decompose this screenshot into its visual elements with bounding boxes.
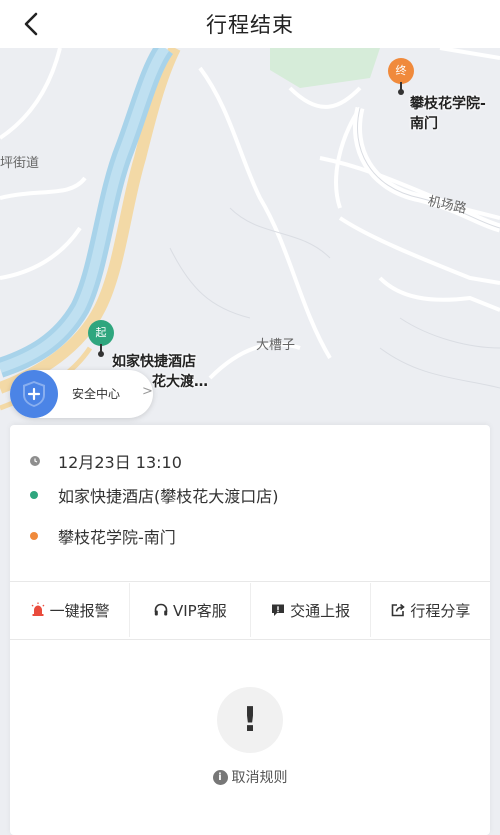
street-label: 坪街道	[0, 156, 40, 171]
destination-dot-icon	[30, 532, 38, 540]
trip-origin: 如家快捷酒店(攀枝花大渡口店)	[58, 487, 279, 506]
end-pin-head: 终	[388, 58, 414, 84]
top-bar: 行程结束	[0, 0, 500, 48]
end-pin[interactable]: 终	[388, 58, 414, 95]
trip-share-button[interactable]: 行程分享	[371, 583, 490, 637]
origin-dot-icon	[30, 491, 38, 499]
trip-share-label: 行程分享	[410, 601, 471, 620]
action-bar: 一键报警 VIP客服 交通上报 行程分享	[10, 583, 490, 637]
exclamation-icon: !	[217, 687, 283, 753]
trip-destination-row: 攀枝花学院-南门	[30, 524, 176, 548]
trip-time: 12月23日 13:10	[58, 453, 182, 472]
divider	[10, 581, 490, 582]
page-title: 行程结束	[206, 13, 294, 37]
divider	[10, 639, 490, 640]
headset-icon	[153, 602, 169, 618]
emergency-alarm-label: 一键报警	[49, 601, 110, 620]
trip-summary-card: 12月23日 13:10 如家快捷酒店(攀枝花大渡口店) 攀枝花学院-南门 一键…	[10, 425, 490, 835]
start-pin[interactable]: 起	[88, 320, 114, 357]
cancel-rules-label: 取消规则	[231, 770, 288, 786]
trip-destination: 攀枝花学院-南门	[58, 528, 176, 547]
vip-service-label: VIP客服	[173, 601, 227, 620]
area-label: 大槽子	[256, 338, 296, 353]
end-poi-label: 攀枝花学院- 南门	[410, 94, 486, 134]
start-poi-line1: 如家快捷酒店	[112, 354, 196, 370]
clock-icon	[30, 456, 40, 466]
report-icon	[270, 602, 286, 618]
emergency-alarm-button[interactable]: 一键报警	[10, 583, 131, 637]
shield-icon	[10, 370, 58, 418]
end-poi-line1: 攀枝花学院-	[410, 96, 486, 112]
info-icon: i	[212, 769, 228, 785]
start-pin-head: 起	[88, 320, 114, 346]
traffic-report-label: 交通上报	[290, 601, 351, 620]
safety-center-button[interactable]: 安全中心 >	[10, 370, 153, 418]
end-poi-line2: 南门	[410, 116, 438, 132]
chevron-right-icon: >	[142, 384, 153, 399]
share-icon	[390, 602, 406, 618]
trip-origin-row: 如家快捷酒店(攀枝花大渡口店)	[30, 483, 279, 507]
cancel-rules-link[interactable]: i 取消规则	[10, 767, 490, 787]
safety-center-label: 安全中心	[72, 387, 121, 401]
trip-time-row: 12月23日 13:10	[30, 449, 182, 473]
alarm-icon	[30, 602, 46, 618]
vip-service-button[interactable]: VIP客服	[130, 583, 251, 637]
traffic-report-button[interactable]: 交通上报	[251, 583, 371, 637]
